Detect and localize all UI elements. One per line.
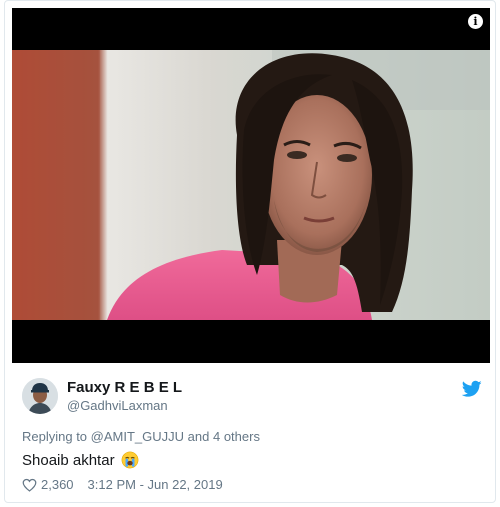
avatar[interactable] xyxy=(22,378,58,414)
info-icon[interactable]: i xyxy=(468,14,483,29)
reply-prefix: Replying to xyxy=(22,429,88,444)
reply-context: Replying to @AMIT_GUJJU and 4 others xyxy=(22,429,260,444)
like-count[interactable]: 2,360 xyxy=(41,477,74,492)
tweet-text: Shoaib akhtar xyxy=(22,451,139,469)
tweet-body: Shoaib akhtar xyxy=(22,451,115,469)
tweet-timestamp[interactable]: 3:12 PM - Jun 22, 2019 xyxy=(88,477,223,492)
twitter-bird-icon[interactable] xyxy=(462,380,482,398)
author-name[interactable]: Fauxy R E B E L xyxy=(67,379,182,396)
tweet-meta: 2,360 3:12 PM - Jun 22, 2019 xyxy=(22,477,223,492)
heart-icon[interactable] xyxy=(22,478,37,492)
reply-mention-link[interactable]: @AMIT_GUJJU xyxy=(91,429,184,444)
tweet-author[interactable]: Fauxy R E B E L @GadhviLaxman xyxy=(22,376,482,418)
author-handle[interactable]: @GadhviLaxman xyxy=(67,398,168,413)
avatar-image xyxy=(22,378,58,414)
media-image xyxy=(12,50,490,320)
reply-suffix-link[interactable]: and 4 others xyxy=(188,429,260,444)
tweet-card: i Fauxy R E B E L @GadhviLaxman Replying… xyxy=(4,0,496,503)
loudly-crying-face-icon xyxy=(121,451,138,469)
tweet-media[interactable]: i xyxy=(12,8,490,363)
